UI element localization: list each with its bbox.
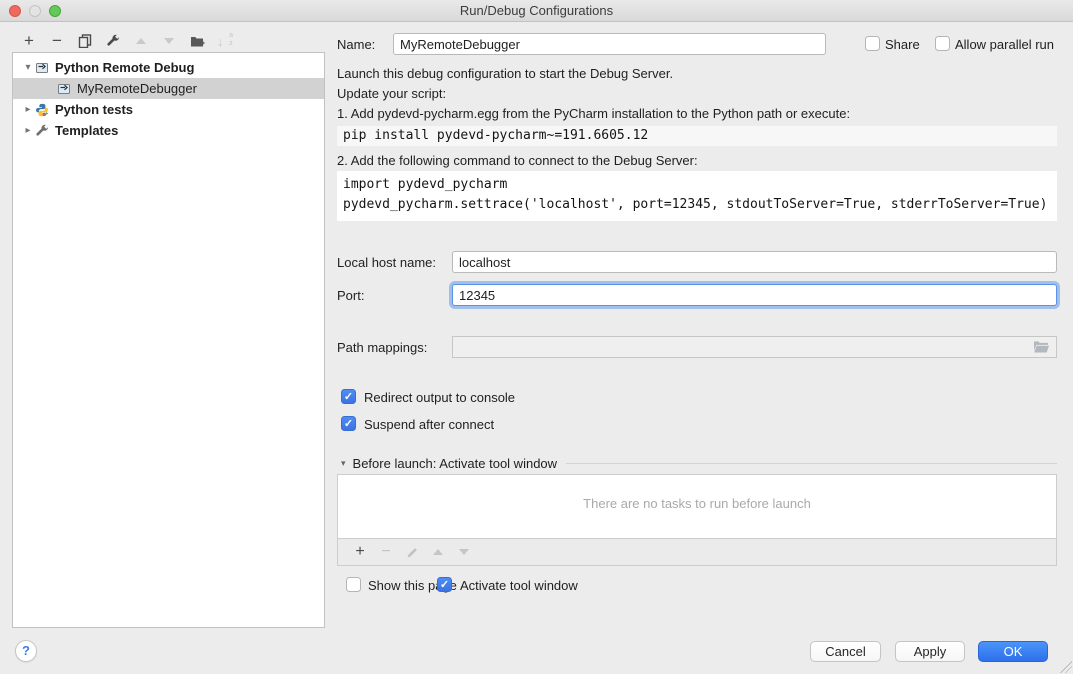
add-icon: + xyxy=(24,32,34,50)
local-host-name-label: Local host name: xyxy=(337,255,436,270)
remote-debug-config-icon xyxy=(57,82,72,96)
move-task-up-button[interactable] xyxy=(425,549,451,555)
folder-add-icon xyxy=(190,35,205,48)
before-launch-toolbar: + − xyxy=(337,539,1057,566)
port-label: Port: xyxy=(337,288,364,303)
expand-toggle[interactable]: ▾ xyxy=(21,62,35,73)
port-input[interactable] xyxy=(452,284,1057,306)
add-configuration-button[interactable]: + xyxy=(15,31,43,51)
description-line-2: Update your script: xyxy=(337,86,446,101)
sort-configurations-button[interactable]: ↓ az xyxy=(211,31,239,51)
title-bar: Run/Debug Configurations xyxy=(0,0,1073,22)
move-down-button[interactable] xyxy=(155,31,183,51)
settrace-code-block: import pydevd_pycharm pydevd_pycharm.set… xyxy=(337,171,1057,221)
remove-icon: − xyxy=(381,543,390,561)
description-line-1: Launch this debug configuration to start… xyxy=(337,66,673,81)
wrench-icon xyxy=(106,34,120,48)
before-launch-task-list[interactable]: There are no tasks to run before launch xyxy=(337,474,1057,539)
before-launch-title: Before launch: Activate tool window xyxy=(353,456,558,471)
tree-item-label: Templates xyxy=(55,123,118,138)
tree-item-python-remote-debug[interactable]: ▾ Python Remote Debug xyxy=(13,57,324,78)
ok-button[interactable]: OK xyxy=(978,641,1048,662)
activate-tool-window-label: Activate tool window xyxy=(460,578,578,593)
name-input[interactable] xyxy=(393,33,826,55)
remote-debug-config-icon xyxy=(35,61,50,75)
configurations-tree: ▾ Python Remote Debug MyRemoteDebugger ▸… xyxy=(12,52,325,628)
arrow-up-icon xyxy=(136,38,146,44)
tree-item-python-tests[interactable]: ▸ Python tests xyxy=(13,99,324,120)
share-label: Share xyxy=(885,37,920,52)
remove-configuration-button[interactable]: − xyxy=(43,31,71,51)
section-divider xyxy=(566,463,1057,464)
name-label: Name: xyxy=(337,37,375,52)
step1-text: 1. Add pydevd-pycharm.egg from the PyCha… xyxy=(337,106,850,121)
move-task-down-button[interactable] xyxy=(451,549,477,555)
path-mappings-field[interactable] xyxy=(452,336,1057,358)
browse-folder-icon[interactable] xyxy=(1033,340,1049,354)
suspend-after-connect-checkbox[interactable]: ✓ xyxy=(341,416,356,431)
allow-parallel-run-label: Allow parallel run xyxy=(955,37,1054,52)
arrow-down-icon xyxy=(164,38,174,44)
share-checkbox[interactable] xyxy=(865,36,880,51)
redirect-output-label: Redirect output to console xyxy=(364,390,515,405)
tree-item-label: MyRemoteDebugger xyxy=(77,81,197,96)
window-title: Run/Debug Configurations xyxy=(0,0,1073,22)
before-launch-section-header[interactable]: ▾ Before launch: Activate tool window xyxy=(341,456,1057,471)
copy-configuration-button[interactable] xyxy=(71,31,99,51)
pip-install-command: pip install pydevd-pycharm~=191.6605.12 xyxy=(337,126,1057,146)
tree-item-templates[interactable]: ▸ Templates xyxy=(13,120,324,141)
expand-toggle[interactable]: ▸ xyxy=(21,125,35,136)
sort-alpha-icon: ↓ az xyxy=(217,33,233,49)
tree-item-myremotedebugger[interactable]: MyRemoteDebugger xyxy=(13,78,324,99)
pencil-icon xyxy=(406,546,419,559)
resize-grip[interactable] xyxy=(1060,661,1072,673)
edit-templates-button[interactable] xyxy=(99,31,127,51)
local-host-name-input[interactable] xyxy=(452,251,1057,273)
add-task-button[interactable]: + xyxy=(347,543,373,561)
show-this-page-checkbox[interactable] xyxy=(346,577,361,592)
help-button[interactable]: ? xyxy=(15,640,37,662)
copy-icon xyxy=(78,34,92,48)
path-mappings-label: Path mappings: xyxy=(337,340,427,355)
configurations-toolbar: + − ↓ az xyxy=(15,31,239,51)
move-up-button[interactable] xyxy=(127,31,155,51)
redirect-output-checkbox[interactable]: ✓ xyxy=(341,389,356,404)
python-tests-icon xyxy=(35,103,50,117)
arrow-up-icon xyxy=(433,549,443,555)
add-icon: + xyxy=(355,543,364,561)
cancel-button[interactable]: Cancel xyxy=(810,641,881,662)
tree-item-label: Python tests xyxy=(55,102,133,117)
edit-task-button[interactable] xyxy=(399,546,425,559)
arrow-down-icon xyxy=(459,549,469,555)
tree-item-label: Python Remote Debug xyxy=(55,60,194,75)
new-folder-button[interactable] xyxy=(183,31,211,51)
empty-tasks-text: There are no tasks to run before launch xyxy=(583,496,811,511)
allow-parallel-run-checkbox[interactable] xyxy=(935,36,950,51)
suspend-after-connect-label: Suspend after connect xyxy=(364,417,494,432)
apply-button[interactable]: Apply xyxy=(895,641,965,662)
collapse-triangle-icon[interactable]: ▾ xyxy=(341,458,346,469)
step2-text: 2. Add the following command to connect … xyxy=(337,153,698,168)
code-line-2: pydevd_pycharm.settrace('localhost', por… xyxy=(343,197,1047,212)
remove-task-button[interactable]: − xyxy=(373,543,399,561)
expand-toggle[interactable]: ▸ xyxy=(21,104,35,115)
remove-icon: − xyxy=(52,32,62,50)
activate-tool-window-checkbox[interactable]: ✓ xyxy=(437,577,452,592)
code-line-1: import pydevd_pycharm xyxy=(343,177,507,192)
wrench-icon xyxy=(35,124,50,138)
